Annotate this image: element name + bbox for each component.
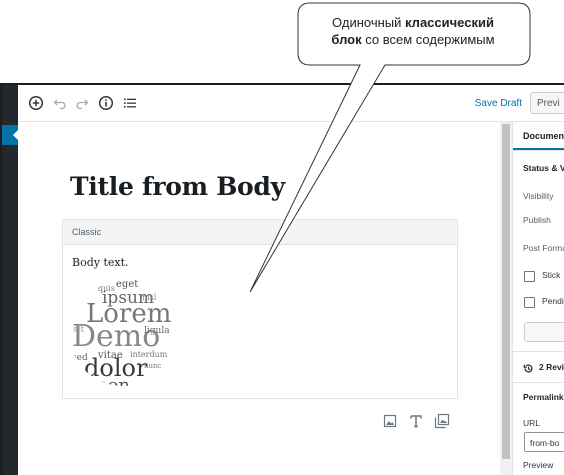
sidebar-divider — [513, 382, 564, 383]
post-format-label: Post Forma — [523, 243, 564, 253]
revisions-icon — [523, 361, 534, 373]
editor-canvas: Title from Body Classic Body text. quis … — [18, 122, 500, 475]
undo-icon[interactable] — [52, 95, 68, 111]
permalink-panel-heading[interactable]: Permalink — [523, 392, 564, 402]
admin-menu-active-item[interactable] — [2, 125, 19, 145]
callout-line1-normal: Одиночный — [332, 15, 406, 30]
cloud-word: nisl — [142, 293, 157, 302]
gallery-icon[interactable] — [434, 413, 450, 429]
stick-checkbox[interactable] — [524, 271, 535, 282]
preview-button[interactable]: Previ — [530, 92, 564, 114]
admin-menu-strip — [2, 85, 19, 475]
cloud-word: sit — [73, 325, 84, 335]
stick-label: Stick — [542, 270, 561, 280]
info-icon[interactable] — [98, 95, 114, 111]
classic-block-label: Classic — [63, 220, 457, 245]
url-slug-input[interactable]: from-bo — [524, 432, 564, 452]
move-to-trash-button[interactable] — [524, 322, 564, 342]
classic-body-text[interactable]: Body text. — [72, 256, 129, 269]
tab-document[interactable]: Document — [523, 131, 564, 141]
settings-sidebar: Document Status & V Visibility Publish P… — [512, 122, 564, 475]
scrollbar-thumb[interactable] — [502, 124, 510, 459]
status-panel-heading[interactable]: Status & V — [523, 163, 564, 173]
image-icon[interactable] — [382, 413, 398, 429]
sidebar-divider — [513, 150, 564, 151]
visibility-label: Visibility — [523, 191, 554, 201]
save-draft-button[interactable]: Save Draft — [475, 98, 522, 109]
pending-label: Pendi — [542, 296, 564, 306]
revisions-link[interactable]: 2 Revi — [539, 362, 564, 372]
callout-line2-normal: со всем содержимым — [361, 32, 495, 47]
cloud-word: non — [96, 375, 130, 388]
callout-line2-bold: блок — [331, 32, 362, 47]
redo-icon[interactable] — [74, 95, 90, 111]
text-icon[interactable] — [408, 413, 424, 429]
publish-label: Publish — [523, 215, 551, 225]
classic-block[interactable]: Classic Body text. quis eget ipsum Lorem… — [62, 219, 458, 399]
word-cloud-image[interactable]: quis eget ipsum Lorem Demo sit sed vitae… — [68, 270, 178, 388]
preview-label: Preview — [523, 460, 554, 470]
sidebar-divider — [513, 351, 564, 352]
cloud-word: nunc — [144, 362, 162, 370]
cloud-word: ligula — [144, 326, 170, 336]
outline-icon[interactable] — [122, 95, 138, 111]
add-block-icon[interactable] — [28, 95, 44, 111]
editor-scrollbar[interactable] — [500, 122, 512, 475]
url-label: URL — [523, 418, 541, 428]
editor-toolbar: Save Draft Previ — [18, 85, 564, 122]
editor-window: Save Draft Previ Title from Body Classic… — [0, 83, 564, 475]
cloud-word: Demo — [72, 319, 160, 354]
callout-text: Одиночный классический блок со всем соде… — [308, 14, 518, 48]
pending-checkbox[interactable] — [524, 297, 535, 308]
callout-line1-bold: классический — [405, 15, 494, 30]
post-title[interactable]: Title from Body — [70, 172, 285, 201]
